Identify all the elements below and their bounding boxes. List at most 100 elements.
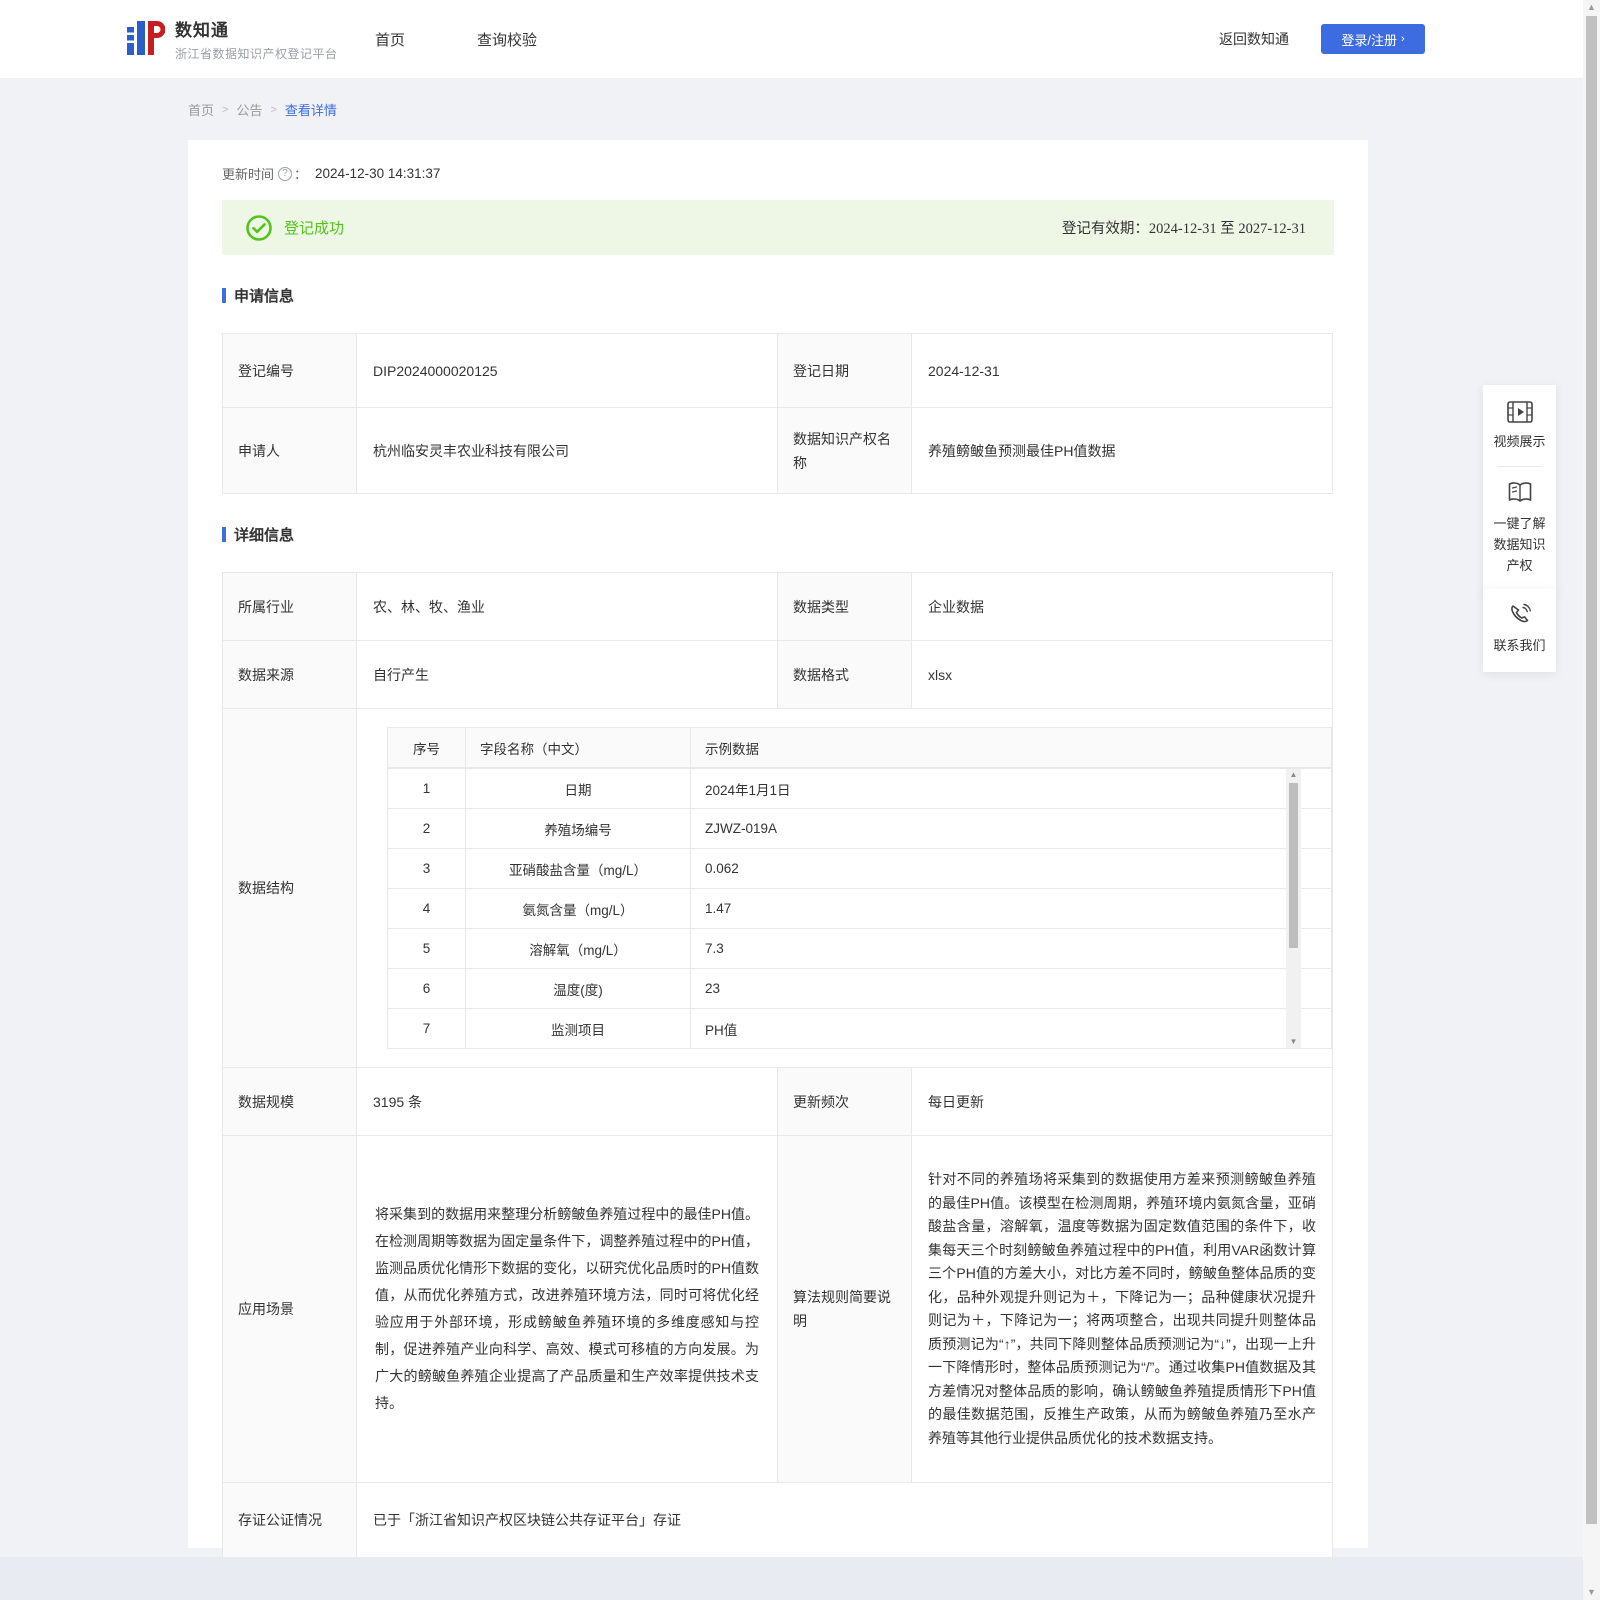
section-bar-icon bbox=[222, 288, 226, 303]
row-field: 溶解氧（mg/L） bbox=[465, 928, 691, 969]
industry-value: 农、林、牧、渔业 bbox=[356, 572, 778, 641]
row-field: 亚硝酸盐含量（mg/L） bbox=[465, 848, 691, 889]
reg-date-label: 登记日期 bbox=[777, 333, 912, 408]
detail-info-table: 所属行业 农、林、牧、渔业 数据类型 企业数据 数据来源 自行产生 数据格式 x… bbox=[222, 572, 1333, 1558]
contact-us-button[interactable]: 联系我们 bbox=[1489, 603, 1550, 656]
row-no: 2 bbox=[387, 808, 466, 849]
row-no: 6 bbox=[387, 968, 466, 1009]
breadcrumb-separator: > bbox=[270, 103, 277, 116]
brand-name: 数知通 bbox=[175, 21, 229, 40]
table-row: 应用场景 将采集到的数据用来整理分析鳑鲏鱼养殖过程中的最佳PH值。在检测周期等数… bbox=[222, 1135, 1333, 1483]
row-sample: ZJWZ-019A bbox=[690, 808, 1332, 849]
row-no: 3 bbox=[387, 848, 466, 889]
data-type-value: 企业数据 bbox=[911, 572, 1333, 641]
detail-card: 更新时间 ? ： 2024-12-30 14:31:37 登记成功 登记有效期：… bbox=[188, 140, 1368, 1558]
structure-row: 7 监测项目 PH值 bbox=[387, 1008, 1332, 1049]
update-frequency-value: 每日更新 bbox=[911, 1067, 1333, 1136]
registration-success-banner: 登记成功 登记有效期：2024-12-31 至 2027-12-31 bbox=[222, 200, 1334, 255]
industry-label: 所属行业 bbox=[222, 572, 357, 641]
video-demo-button[interactable]: 视频展示 bbox=[1489, 401, 1550, 452]
data-scale-label: 数据规模 bbox=[222, 1067, 357, 1136]
col-header-field: 字段名称（中文） bbox=[465, 727, 691, 768]
data-structure-table: 序号 字段名称（中文） 示例数据 bbox=[387, 727, 1332, 768]
breadcrumb-current: 查看详情 bbox=[284, 103, 337, 118]
row-sample: 1.47 bbox=[690, 888, 1332, 929]
evidence-label: 存证公证情况 bbox=[222, 1482, 357, 1558]
success-check-icon bbox=[246, 214, 272, 241]
row-no: 5 bbox=[387, 928, 466, 969]
video-demo-label: 视频展示 bbox=[1493, 434, 1546, 449]
status-text: 登记成功 bbox=[284, 220, 345, 237]
video-icon bbox=[1506, 401, 1533, 423]
application-info-table: 登记编号 DIP2024000020125 登记日期 2024-12-31 申请… bbox=[222, 333, 1333, 494]
reg-no-label: 登记编号 bbox=[222, 333, 357, 408]
breadcrumb-announcement[interactable]: 公告 bbox=[236, 100, 262, 119]
inner-table-scrollbar[interactable]: ▲ ▼ bbox=[1286, 769, 1301, 1048]
divider bbox=[1497, 466, 1542, 467]
scrollbar-thumb[interactable] bbox=[1289, 783, 1298, 948]
algorithm-text: 针对不同的养殖场将采集到的数据使用方差来预测鳑鲏鱼养殖的最佳PH值。该模型在检测… bbox=[911, 1135, 1333, 1483]
breadcrumb-home[interactable]: 首页 bbox=[188, 100, 214, 119]
scroll-up-icon[interactable]: ▲ bbox=[1290, 769, 1298, 781]
colon: ： bbox=[294, 167, 308, 182]
data-source-value: 自行产生 bbox=[356, 640, 778, 709]
floating-panel: 视频展示 一键了解数据知识产权 bbox=[1483, 385, 1556, 594]
structure-header-row: 序号 字段名称（中文） 示例数据 bbox=[387, 727, 1332, 768]
section-detail: 详细信息 bbox=[222, 524, 1334, 545]
structure-label: 数据结构 bbox=[222, 708, 357, 1068]
row-sample: PH值 bbox=[690, 1008, 1332, 1049]
algorithm-label: 算法规则简要说明 bbox=[777, 1135, 912, 1483]
section-application: 申请信息 bbox=[222, 285, 1334, 306]
scroll-down-icon[interactable]: ▼ bbox=[1587, 1587, 1596, 1597]
col-header-sample: 示例数据 bbox=[690, 727, 1332, 768]
nav-home[interactable]: 首页 bbox=[375, 29, 405, 50]
nav-query-verify[interactable]: 查询校验 bbox=[477, 29, 537, 50]
back-to-shuzhitong-link[interactable]: 返回数知通 bbox=[1219, 29, 1289, 49]
ip-name-value: 养殖鳑鲏鱼预测最佳PH值数据 bbox=[911, 407, 1333, 494]
row-field: 养殖场编号 bbox=[465, 808, 691, 849]
row-field: 日期 bbox=[465, 768, 691, 809]
learn-data-ip-button[interactable]: 一键了解数据知识产权 bbox=[1489, 481, 1550, 576]
breadcrumb-separator: > bbox=[222, 103, 229, 116]
row-sample: 23 bbox=[690, 968, 1332, 1009]
row-field: 监测项目 bbox=[465, 1008, 691, 1049]
reg-no-value: DIP2024000020125 bbox=[356, 333, 778, 408]
row-field: 氨氮含量（mg/L） bbox=[465, 888, 691, 929]
table-row: 存证公证情况 已于「浙江省知识产权区块链公共存证平台」存证 bbox=[222, 1482, 1333, 1558]
row-field: 温度(度) bbox=[465, 968, 691, 1009]
scrollbar-thumb[interactable] bbox=[1586, 16, 1597, 1524]
scenario-label: 应用场景 bbox=[222, 1135, 357, 1483]
scroll-down-icon[interactable]: ▼ bbox=[1290, 1036, 1298, 1048]
update-time-label: 更新时间 bbox=[222, 167, 275, 182]
login-register-label: 登录/注册 bbox=[1341, 32, 1397, 48]
contact-panel: 联系我们 bbox=[1483, 589, 1556, 672]
page-scrollbar[interactable]: ▲ ▼ bbox=[1583, 0, 1600, 1600]
validity-period: 登记有效期：2024-12-31 至 2027-12-31 bbox=[1061, 221, 1306, 237]
brand: 数知通 浙江省数据知识产权登记平台 bbox=[127, 16, 338, 62]
table-row: 数据规模 3195 条 更新频次 每日更新 bbox=[222, 1067, 1333, 1136]
section-detail-title: 详细信息 bbox=[234, 527, 295, 544]
section-application-title: 申请信息 bbox=[234, 288, 295, 305]
data-structure-body: 1 日期 2024年1月1日 2 养殖场编号 ZJWZ-019A 3 亚硝酸盐含… bbox=[387, 768, 1332, 1049]
structure-row: 2 养殖场编号 ZJWZ-019A bbox=[387, 808, 1332, 849]
scenario-text: 将采集到的数据用来整理分析鳑鲏鱼养殖过程中的最佳PH值。在检测周期等数据为固定量… bbox=[356, 1135, 778, 1483]
structure-row: 1 日期 2024年1月1日 bbox=[387, 768, 1332, 809]
update-time-row: 更新时间 ? ： 2024-12-30 14:31:37 bbox=[222, 164, 1334, 183]
reg-date-value: 2024-12-31 bbox=[911, 333, 1333, 408]
contact-us-label: 联系我们 bbox=[1493, 638, 1546, 653]
applicant-value: 杭州临安灵丰农业科技有限公司 bbox=[356, 407, 778, 494]
structure-row: 5 溶解氧（mg/L） 7.3 bbox=[387, 928, 1332, 969]
data-type-label: 数据类型 bbox=[777, 572, 912, 641]
structure-row: 6 温度(度) 23 bbox=[387, 968, 1332, 1009]
main-nav: 首页 查询校验 bbox=[375, 0, 537, 78]
data-source-label: 数据来源 bbox=[222, 640, 357, 709]
scroll-up-icon[interactable]: ▲ bbox=[1587, 0, 1596, 14]
help-question-icon[interactable]: ? bbox=[278, 166, 293, 181]
evidence-value: 已于「浙江省知识产权区块链公共存证平台」存证 bbox=[356, 1482, 1333, 1558]
table-row: 数据来源 自行产生 数据格式 xlsx bbox=[222, 640, 1333, 709]
login-register-button[interactable]: 登录/注册 › bbox=[1321, 24, 1425, 54]
row-sample: 0.062 bbox=[690, 848, 1332, 889]
table-row: 申请人 杭州临安灵丰农业科技有限公司 数据知识产权名称 养殖鳑鲏鱼预测最佳PH值… bbox=[222, 407, 1333, 494]
chevron-right-icon: › bbox=[1400, 33, 1405, 45]
table-row: 所属行业 农、林、牧、渔业 数据类型 企业数据 bbox=[222, 572, 1333, 641]
